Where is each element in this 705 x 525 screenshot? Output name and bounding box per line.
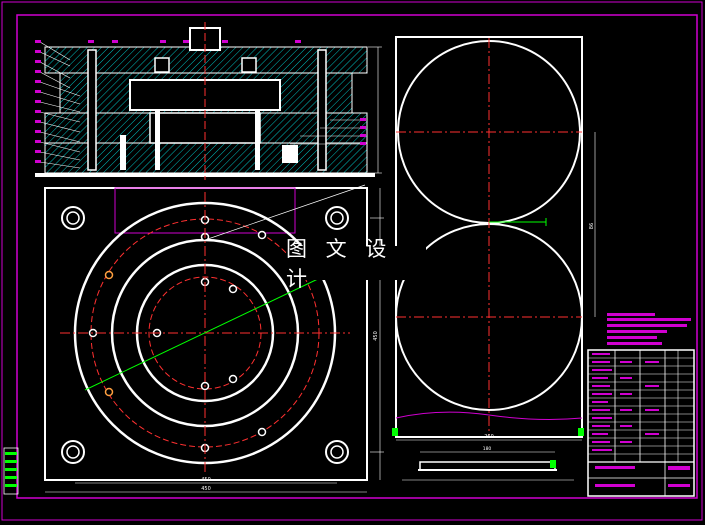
dim-plan-inner: 450 xyxy=(201,477,211,483)
dim-part-width: 180 xyxy=(483,446,492,452)
plan-view: 450 450 450 xyxy=(44,184,384,493)
guide-post-left xyxy=(87,49,97,171)
dim-plan-width: 450 xyxy=(201,486,211,492)
part-drawing: 180 xyxy=(402,446,574,481)
section-view xyxy=(35,22,382,180)
part-outline xyxy=(419,461,556,471)
watermark-label: 图 文 设 计 xyxy=(286,237,426,291)
technical-notes xyxy=(607,313,691,345)
title-block xyxy=(587,349,695,497)
dim-step: 86 xyxy=(589,223,595,229)
guide-post-right xyxy=(317,49,327,171)
dim-strip-width: 260 xyxy=(484,434,494,440)
revision-strip xyxy=(3,447,19,495)
dim-plan-side: 450 xyxy=(373,331,379,341)
